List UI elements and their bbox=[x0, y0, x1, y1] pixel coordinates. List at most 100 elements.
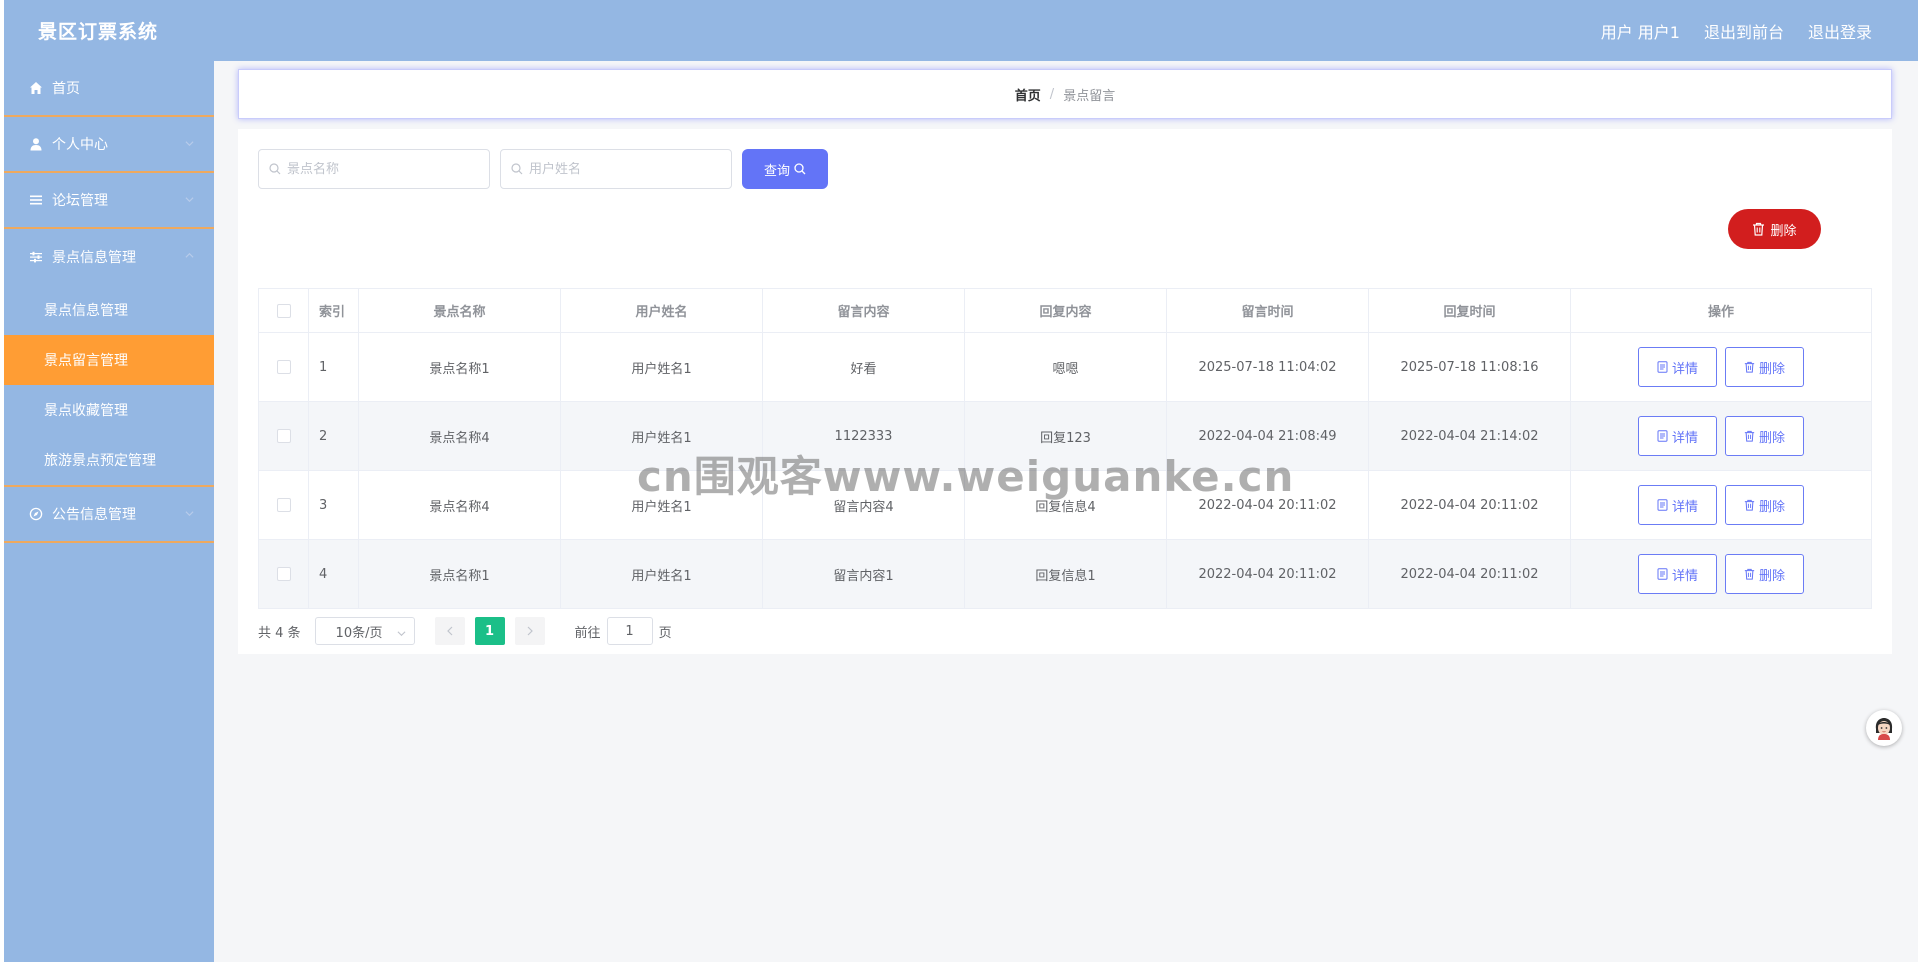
batch-delete-button[interactable]: 删除 bbox=[1728, 209, 1821, 249]
header-links: 用户 用户1 退出到前台 退出登录 bbox=[1577, 19, 1872, 43]
delete-button[interactable]: 删除 bbox=[1725, 416, 1804, 456]
select-all-checkbox[interactable] bbox=[276, 303, 291, 318]
prev-page-button[interactable] bbox=[434, 617, 465, 645]
cell-index: 3 bbox=[309, 471, 359, 539]
watermark: cn围观客www.weiguanke.cn bbox=[637, 452, 1295, 501]
delete-label: 删除 bbox=[1758, 499, 1785, 515]
assistant-avatar[interactable] bbox=[1866, 710, 1902, 746]
query-button-label: 查询 bbox=[763, 162, 790, 178]
search-icon bbox=[794, 163, 806, 175]
content-panel: 查询 删除 索引 景点名称 用户姓名 留言内容 回复内容 留言时间 回复时间 操… bbox=[238, 129, 1892, 654]
cell-index: 2 bbox=[309, 402, 359, 470]
cell-user: 用户姓名1 bbox=[561, 540, 763, 608]
row-checkbox[interactable] bbox=[276, 567, 291, 581]
search-bar: 查询 bbox=[258, 149, 828, 189]
sidebar-item-label: 景点信息管理 bbox=[52, 250, 136, 266]
sidebar-item-label: 论坛管理 bbox=[52, 193, 108, 209]
exit-to-front-link[interactable]: 退出到前台 bbox=[1704, 19, 1784, 43]
detail-label: 详情 bbox=[1671, 499, 1698, 515]
detail-button[interactable]: 详情 bbox=[1638, 347, 1717, 387]
compass-icon bbox=[28, 506, 44, 522]
cell-message-time: 2025-07-18 11:04:02 bbox=[1167, 333, 1369, 401]
column-header: 索引 bbox=[309, 289, 359, 332]
row-checkbox[interactable] bbox=[276, 429, 291, 443]
goto-prefix: 前往 bbox=[574, 625, 601, 641]
user-name-search[interactable] bbox=[500, 149, 732, 189]
user-icon bbox=[28, 136, 44, 152]
document-icon bbox=[1657, 499, 1668, 511]
detail-button[interactable]: 详情 bbox=[1638, 554, 1717, 594]
goto-page-input[interactable] bbox=[606, 617, 653, 645]
row-select-cell bbox=[259, 540, 309, 608]
delete-button[interactable]: 删除 bbox=[1725, 485, 1804, 525]
submenu-scenic-favorites[interactable]: 景点收藏管理 bbox=[4, 385, 214, 435]
query-button[interactable]: 查询 bbox=[742, 149, 828, 189]
submenu-scenic-info[interactable]: 景点信息管理 bbox=[4, 285, 214, 335]
chevron-left-icon bbox=[446, 626, 452, 636]
sidebar-item-label: 个人中心 bbox=[52, 137, 108, 153]
list-icon bbox=[28, 192, 44, 208]
scenic-name-search[interactable] bbox=[258, 149, 490, 189]
chevron-up-icon bbox=[185, 251, 194, 260]
column-header: 回复时间 bbox=[1369, 289, 1571, 332]
logout-link[interactable]: 退出登录 bbox=[1808, 19, 1872, 43]
row-checkbox[interactable] bbox=[276, 498, 291, 512]
cell-actions: 详情 删除 bbox=[1571, 471, 1871, 539]
sidebar-item-label: 公告信息管理 bbox=[52, 507, 136, 523]
trash-icon bbox=[1744, 499, 1755, 511]
delete-button[interactable]: 删除 bbox=[1725, 554, 1804, 594]
sidebar-item-home[interactable]: 首页 bbox=[4, 61, 214, 117]
total-count: 共 4 条 bbox=[258, 625, 301, 641]
document-icon bbox=[1657, 430, 1668, 442]
cell-scenic: 景点名称4 bbox=[359, 402, 561, 470]
scenic-name-input[interactable] bbox=[287, 161, 477, 177]
user-name-input[interactable] bbox=[529, 161, 719, 177]
submenu-scenic-message[interactable]: 景点留言管理 bbox=[4, 335, 214, 385]
row-select-cell bbox=[259, 471, 309, 539]
sidebar-item-personal-center[interactable]: 个人中心 bbox=[4, 117, 214, 173]
column-header: 用户姓名 bbox=[561, 289, 763, 332]
search-icon bbox=[269, 160, 281, 179]
goto-suffix: 页 bbox=[658, 625, 672, 641]
cell-reply: 嗯嗯 bbox=[965, 333, 1167, 401]
trash-icon bbox=[1744, 361, 1755, 373]
cell-user: 用户姓名1 bbox=[561, 333, 763, 401]
sidebar: 首页 个人中心 论坛管理 景点信息管理 景点信息管理 景点留言管理 景点收藏管理… bbox=[4, 61, 214, 962]
cell-reply: 回复信息1 bbox=[965, 540, 1167, 608]
breadcrumb-home[interactable]: 首页 bbox=[1015, 85, 1041, 104]
cell-reply-time: 2022-04-04 20:11:02 bbox=[1369, 540, 1571, 608]
batch-delete-label: 删除 bbox=[1770, 223, 1797, 239]
row-select-cell bbox=[259, 402, 309, 470]
main-content: 首页 / 景点留言 查询 删除 bbox=[214, 61, 1918, 962]
row-checkbox[interactable] bbox=[276, 360, 291, 374]
sidebar-item-forum[interactable]: 论坛管理 bbox=[4, 173, 214, 229]
delete-label: 删除 bbox=[1758, 430, 1785, 446]
cell-message: 好看 bbox=[763, 333, 965, 401]
detail-label: 详情 bbox=[1671, 430, 1698, 446]
table-header-row: 索引 景点名称 用户姓名 留言内容 回复内容 留言时间 回复时间 操作 bbox=[259, 289, 1871, 333]
sidebar-item-notice[interactable]: 公告信息管理 bbox=[4, 487, 214, 543]
page-number-button[interactable]: 1 bbox=[474, 617, 505, 645]
document-icon bbox=[1657, 361, 1668, 373]
breadcrumb: 首页 / 景点留言 bbox=[238, 69, 1892, 119]
chevron-down-icon bbox=[185, 139, 194, 148]
submenu-scenic-booking[interactable]: 旅游景点预定管理 bbox=[4, 435, 214, 485]
chevron-right-icon bbox=[527, 626, 533, 636]
detail-button[interactable]: 详情 bbox=[1638, 485, 1717, 525]
top-header: 景区订票系统 用户 用户1 退出到前台 退出登录 bbox=[4, 0, 1918, 61]
cell-scenic: 景点名称1 bbox=[359, 333, 561, 401]
next-page-button[interactable] bbox=[514, 617, 545, 645]
cell-message-time: 2022-04-04 20:11:02 bbox=[1167, 540, 1369, 608]
sidebar-item-scenic-info[interactable]: 景点信息管理 bbox=[4, 229, 214, 285]
column-header: 回复内容 bbox=[965, 289, 1167, 332]
delete-button[interactable]: 删除 bbox=[1725, 347, 1804, 387]
detail-button[interactable]: 详情 bbox=[1638, 416, 1717, 456]
column-header: 操作 bbox=[1707, 305, 1734, 320]
search-icon bbox=[511, 160, 523, 179]
table-row: 1 景点名称1 用户姓名1 好看 嗯嗯 2025-07-18 11:04:02 … bbox=[259, 333, 1871, 402]
chevron-down-icon bbox=[397, 627, 406, 642]
home-icon bbox=[28, 80, 44, 96]
trash-icon bbox=[1744, 568, 1755, 580]
cell-scenic: 景点名称1 bbox=[359, 540, 561, 608]
page-size-select[interactable]: 10条/页 bbox=[314, 617, 415, 645]
